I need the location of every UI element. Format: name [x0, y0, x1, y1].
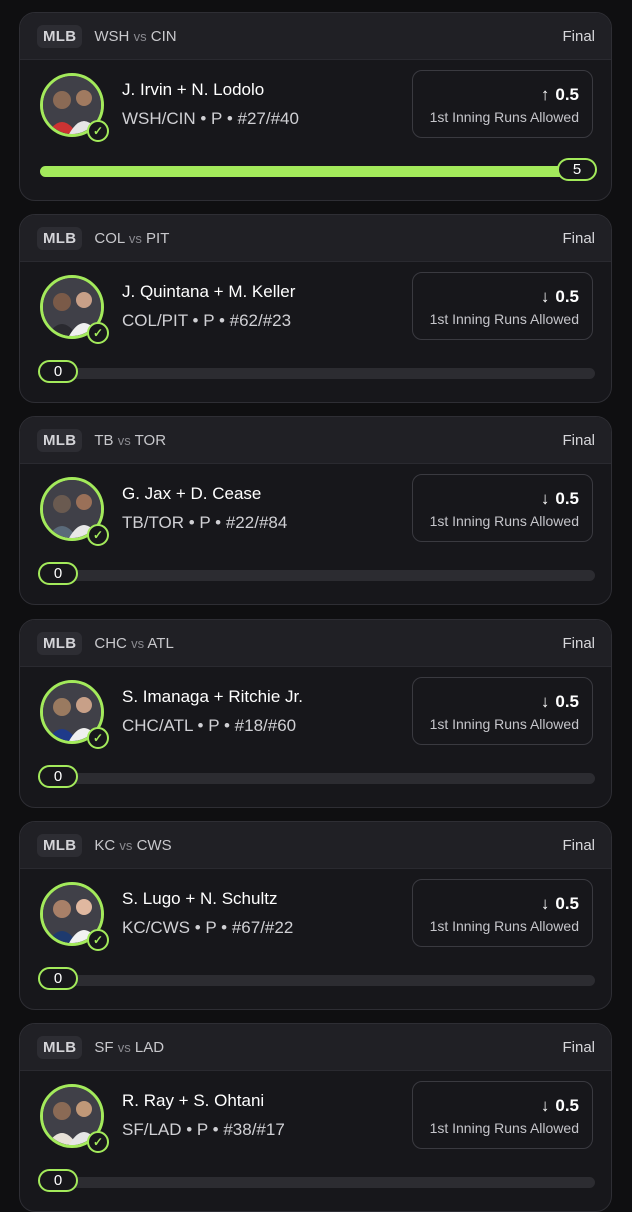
player-names: J. Irvin + N. Lodolo [122, 80, 265, 99]
league-badge: MLB [37, 631, 83, 655]
game-status: Final [562, 229, 595, 247]
pick-box[interactable]: ↑ 0.5 1st Inning Runs Allowed [412, 70, 593, 138]
game-status: Final [562, 634, 595, 652]
result-pill: 0 [38, 562, 78, 585]
league-badge: MLB [37, 428, 83, 452]
pick-card[interactable]: MLB COL vs PIT Final ✓ J. Quintana + M. … [19, 214, 612, 403]
player-names: R. Ray + S. Ohtani [122, 1091, 265, 1110]
matchup: TB vs TOR [94, 431, 167, 449]
game-status: Final [562, 836, 595, 854]
game-status: Final [562, 1038, 595, 1056]
pick-market: 1st Inning Runs Allowed [429, 716, 579, 732]
player-names: S. Imanaga + Ritchie Jr. [122, 687, 303, 706]
game-status: Final [562, 27, 595, 45]
pick-market: 1st Inning Runs Allowed [429, 109, 579, 125]
player-meta: KC/CWS • P • #67/#22 [122, 918, 294, 937]
check-icon: ✓ [87, 524, 109, 546]
matchup: WSH vs CIN [94, 27, 177, 45]
card-header: MLB COL vs PIT Final [20, 215, 611, 262]
check-icon: ✓ [87, 727, 109, 749]
pick-box[interactable]: ↓ 0.5 1st Inning Runs Allowed [412, 677, 593, 745]
pick-card[interactable]: MLB CHC vs ATL Final ✓ S. Imanaga + Ritc… [19, 619, 612, 808]
card-header: MLB CHC vs ATL Final [20, 620, 611, 667]
card-header: MLB TB vs TOR Final [20, 417, 611, 464]
matchup: CHC vs ATL [94, 634, 174, 652]
arrow-down-icon: ↓ [540, 1096, 550, 1115]
pick-line: ↓ 0.5 [540, 894, 579, 913]
arrow-down-icon: ↓ [540, 894, 550, 913]
player-meta: WSH/CIN • P • #27/#40 [122, 109, 299, 128]
pick-box[interactable]: ↓ 0.5 1st Inning Runs Allowed [412, 272, 593, 340]
league-badge: MLB [37, 833, 83, 857]
player-meta: TB/TOR • P • #22/#84 [122, 513, 288, 532]
pick-market: 1st Inning Runs Allowed [429, 311, 579, 327]
result-pill: 0 [38, 360, 78, 383]
pick-line: ↑ 0.5 [540, 85, 579, 104]
player-meta: COL/PIT • P • #62/#23 [122, 311, 292, 330]
player-meta: SF/LAD • P • #38/#17 [122, 1120, 285, 1139]
matchup: SF vs LAD [94, 1038, 165, 1056]
league-badge: MLB [37, 226, 83, 250]
arrow-down-icon: ↓ [540, 692, 550, 711]
player-names: S. Lugo + N. Schultz [122, 889, 278, 908]
result-pill: 5 [557, 158, 597, 181]
game-status: Final [562, 431, 595, 449]
check-icon: ✓ [87, 120, 109, 142]
pick-card[interactable]: MLB KC vs CWS Final ✓ S. Lugo + N. Schul… [19, 821, 612, 1010]
pick-card[interactable]: MLB TB vs TOR Final ✓ G. Jax + D. Cease … [19, 416, 612, 605]
league-badge: MLB [37, 24, 83, 48]
pick-card[interactable]: MLB SF vs LAD Final ✓ R. Ray + S. Ohtani… [19, 1023, 612, 1212]
arrow-down-icon: ↓ [540, 489, 550, 508]
progress-track: 0 [38, 360, 595, 383]
pick-box[interactable]: ↓ 0.5 1st Inning Runs Allowed [412, 474, 593, 542]
check-icon: ✓ [87, 1131, 109, 1153]
matchup: KC vs CWS [94, 836, 172, 854]
matchup: COL vs PIT [94, 229, 170, 247]
progress-track: 5 [40, 158, 597, 181]
pick-card[interactable]: MLB WSH vs CIN Final ✓ J. Irvin + N. Lod… [19, 12, 612, 201]
pick-market: 1st Inning Runs Allowed [429, 1120, 579, 1136]
progress-track: 0 [38, 1169, 595, 1192]
card-header: MLB WSH vs CIN Final [20, 13, 611, 60]
progress-track: 0 [38, 967, 595, 990]
pick-line: ↓ 0.5 [540, 287, 579, 306]
check-icon: ✓ [87, 322, 109, 344]
progress-track: 0 [38, 562, 595, 585]
pick-market: 1st Inning Runs Allowed [429, 513, 579, 529]
pick-market: 1st Inning Runs Allowed [429, 918, 579, 934]
pick-line: ↓ 0.5 [540, 1096, 579, 1115]
pick-box[interactable]: ↓ 0.5 1st Inning Runs Allowed [412, 1081, 593, 1149]
pick-line: ↓ 0.5 [540, 489, 579, 508]
league-badge: MLB [37, 1035, 83, 1059]
arrow-down-icon: ↓ [540, 287, 550, 306]
pick-line: ↓ 0.5 [540, 692, 579, 711]
check-icon: ✓ [87, 929, 109, 951]
card-header: MLB KC vs CWS Final [20, 822, 611, 869]
result-pill: 0 [38, 765, 78, 788]
arrow-up-icon: ↑ [540, 85, 550, 104]
progress-fill [40, 166, 595, 177]
result-pill: 0 [38, 967, 78, 990]
pick-box[interactable]: ↓ 0.5 1st Inning Runs Allowed [412, 879, 593, 947]
player-names: G. Jax + D. Cease [122, 484, 262, 503]
result-pill: 0 [38, 1169, 78, 1192]
card-header: MLB SF vs LAD Final [20, 1024, 611, 1071]
player-names: J. Quintana + M. Keller [122, 282, 296, 301]
player-meta: CHC/ATL • P • #18/#60 [122, 716, 297, 735]
progress-track: 0 [38, 765, 595, 788]
